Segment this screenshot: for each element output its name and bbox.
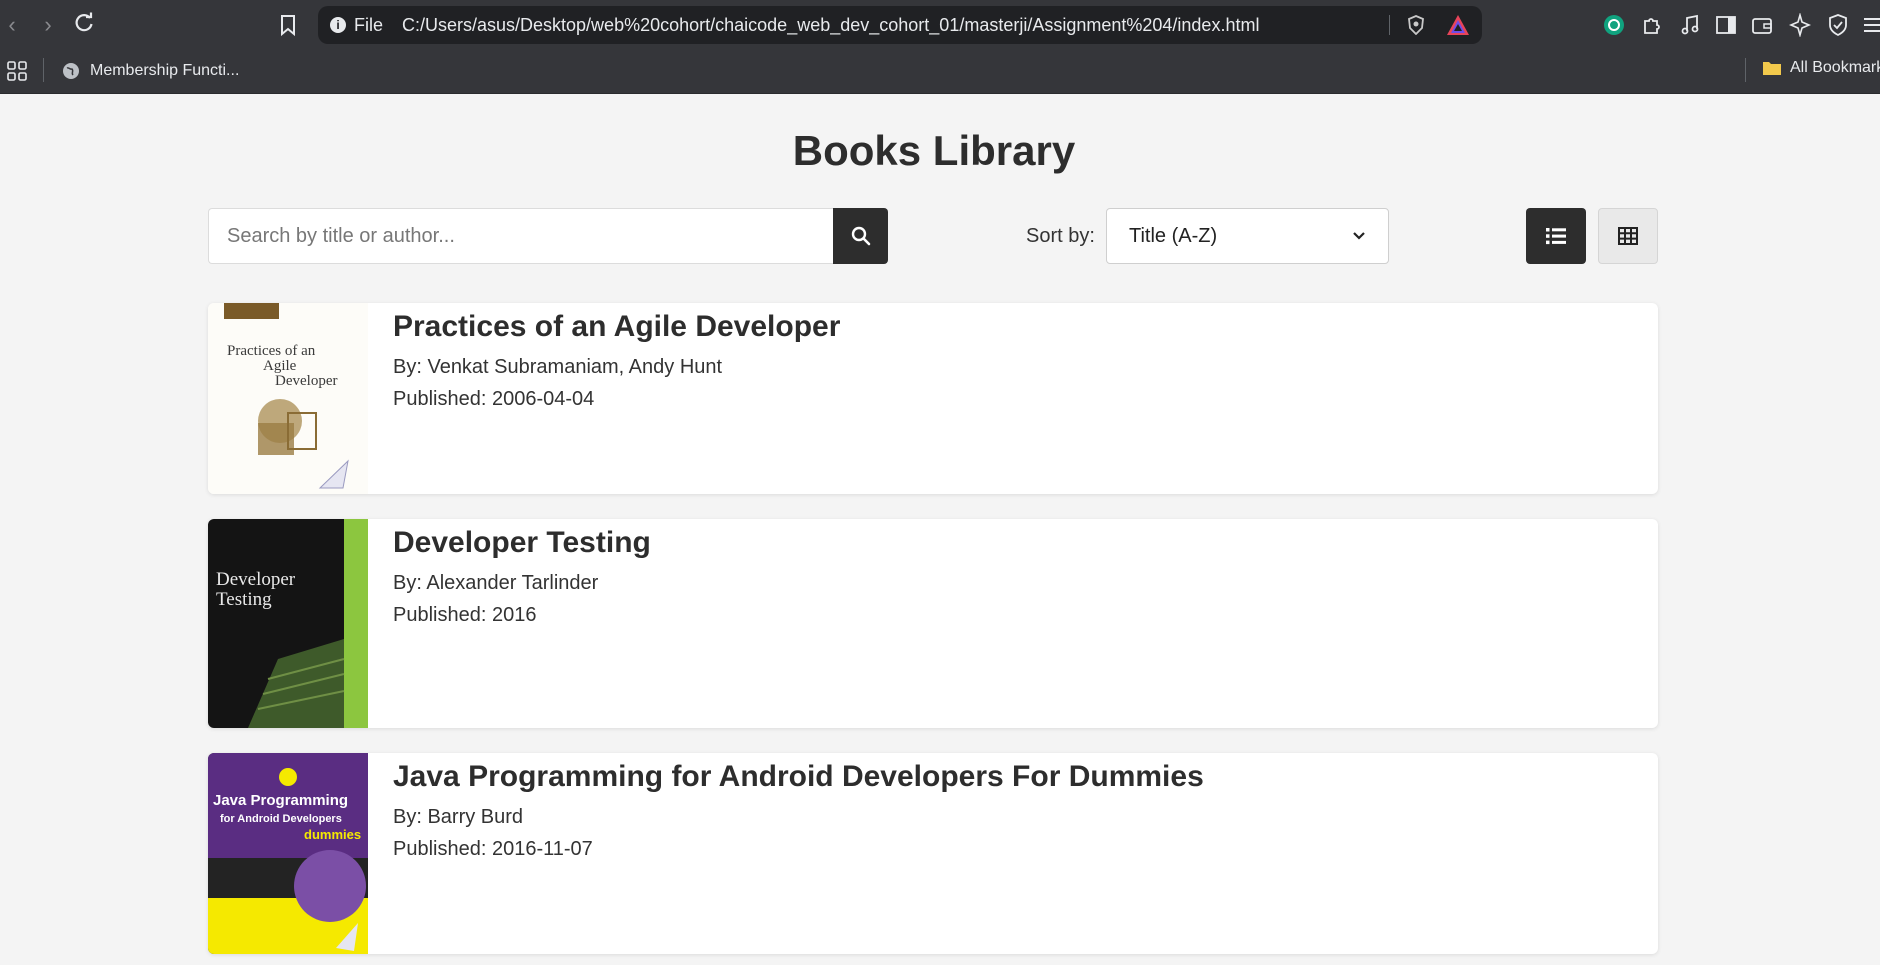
bookmarks-bar: Membership Functi... All Bookmarks xyxy=(0,50,1880,94)
leo-ai-icon[interactable] xyxy=(1788,13,1812,37)
grid-view-button[interactable] xyxy=(1598,208,1658,264)
all-bookmarks-label: All Bookmarks xyxy=(1790,59,1880,76)
url-text[interactable]: C:/Users/asus/Desktop/web%20cohort/chaic… xyxy=(402,15,1259,36)
cover-title-line: Developer xyxy=(216,569,296,590)
brave-shields-icon[interactable] xyxy=(1406,15,1426,35)
cover-title-line: dummies xyxy=(304,827,361,842)
cover-title-line: Practices of an xyxy=(227,343,316,359)
cover-title-line: Developer xyxy=(275,373,337,389)
address-bar[interactable]: i File C:/Users/asus/Desktop/web%20cohor… xyxy=(318,6,1482,44)
book-published: Published: 2016 xyxy=(393,604,537,626)
book-published: Published: 2006-04-04 xyxy=(393,388,595,410)
book-published: Published: 2016-11-07 xyxy=(393,838,593,860)
page-title: Books Library xyxy=(792,127,1076,174)
bookmark-icon[interactable] xyxy=(278,13,298,37)
page-content: Books Library Sort by: Title (A-Z) Pract… xyxy=(0,95,1880,965)
book-authors: By: Venkat Subramaniam, Andy Hunt xyxy=(393,356,723,378)
book-title[interactable]: Practices of an Agile Developer xyxy=(393,310,840,344)
address-divider xyxy=(1389,15,1390,35)
search-button[interactable] xyxy=(833,208,888,264)
folder-icon xyxy=(1763,62,1781,75)
brave-rewards-icon[interactable] xyxy=(1446,14,1470,36)
wallet-icon[interactable] xyxy=(1750,13,1774,37)
bookmarks-divider xyxy=(43,58,44,82)
forward-icon[interactable]: › xyxy=(36,12,60,38)
reload-icon[interactable] xyxy=(72,12,96,38)
bookmarks-divider-right xyxy=(1745,58,1746,82)
book-title[interactable]: Developer Testing xyxy=(393,526,651,560)
sort-select[interactable]: Title (A-Z) xyxy=(1106,208,1389,264)
sidebar-icon[interactable] xyxy=(1714,13,1738,37)
book-authors: By: Barry Burd xyxy=(393,806,524,828)
apps-grid-icon[interactable] xyxy=(6,60,28,82)
search-icon xyxy=(851,226,870,246)
sort-selected-value: Title (A-Z) xyxy=(1129,224,1218,247)
bookmark-label: Membership Functi... xyxy=(90,62,240,79)
chatgpt-icon[interactable] xyxy=(1602,13,1626,37)
cover-title-line: Agile xyxy=(263,358,297,374)
vpn-icon[interactable] xyxy=(1826,13,1850,37)
list-icon xyxy=(1546,228,1566,245)
globe-icon xyxy=(63,63,79,79)
bookmark-item[interactable]: Membership Functi... xyxy=(62,59,239,83)
list-view-button[interactable] xyxy=(1526,208,1586,264)
book-cover: Developer Testing xyxy=(208,519,368,728)
cover-title-line: Testing xyxy=(216,589,272,610)
search-bar xyxy=(208,208,888,264)
cover-title-line: for Android Developers xyxy=(220,813,342,825)
music-icon[interactable] xyxy=(1678,13,1702,37)
book-card[interactable]: Developer Testing Developer Testing By: … xyxy=(208,519,1658,728)
book-card[interactable]: Practices of an Agile Developer Practice… xyxy=(208,303,1658,494)
all-bookmarks-button[interactable]: All Bookmarks xyxy=(1762,59,1880,77)
grid-icon xyxy=(1618,227,1638,245)
book-cover: Java Programming for Android Developers … xyxy=(208,753,368,954)
cover-title-line: Java Programming xyxy=(213,792,348,809)
extensions-icon[interactable] xyxy=(1640,13,1664,37)
url-scheme: File xyxy=(354,15,384,35)
search-input[interactable] xyxy=(208,208,833,264)
browser-toolbar: ‹ › i File C:/Users/asus/Desktop/web%20c… xyxy=(0,0,1880,50)
menu-icon[interactable] xyxy=(1862,13,1880,37)
book-cover: Practices of an Agile Developer xyxy=(208,303,368,494)
back-icon[interactable]: ‹ xyxy=(0,12,24,38)
sort-label: Sort by: xyxy=(1026,225,1095,247)
book-card[interactable]: Java Programming for Android Developers … xyxy=(208,753,1658,954)
chevron-down-icon xyxy=(1353,232,1365,240)
book-authors: By: Alexander Tarlinder xyxy=(393,572,599,594)
book-title[interactable]: Java Programming for Android Developers … xyxy=(393,760,1204,794)
site-info-icon[interactable]: i xyxy=(330,17,346,33)
